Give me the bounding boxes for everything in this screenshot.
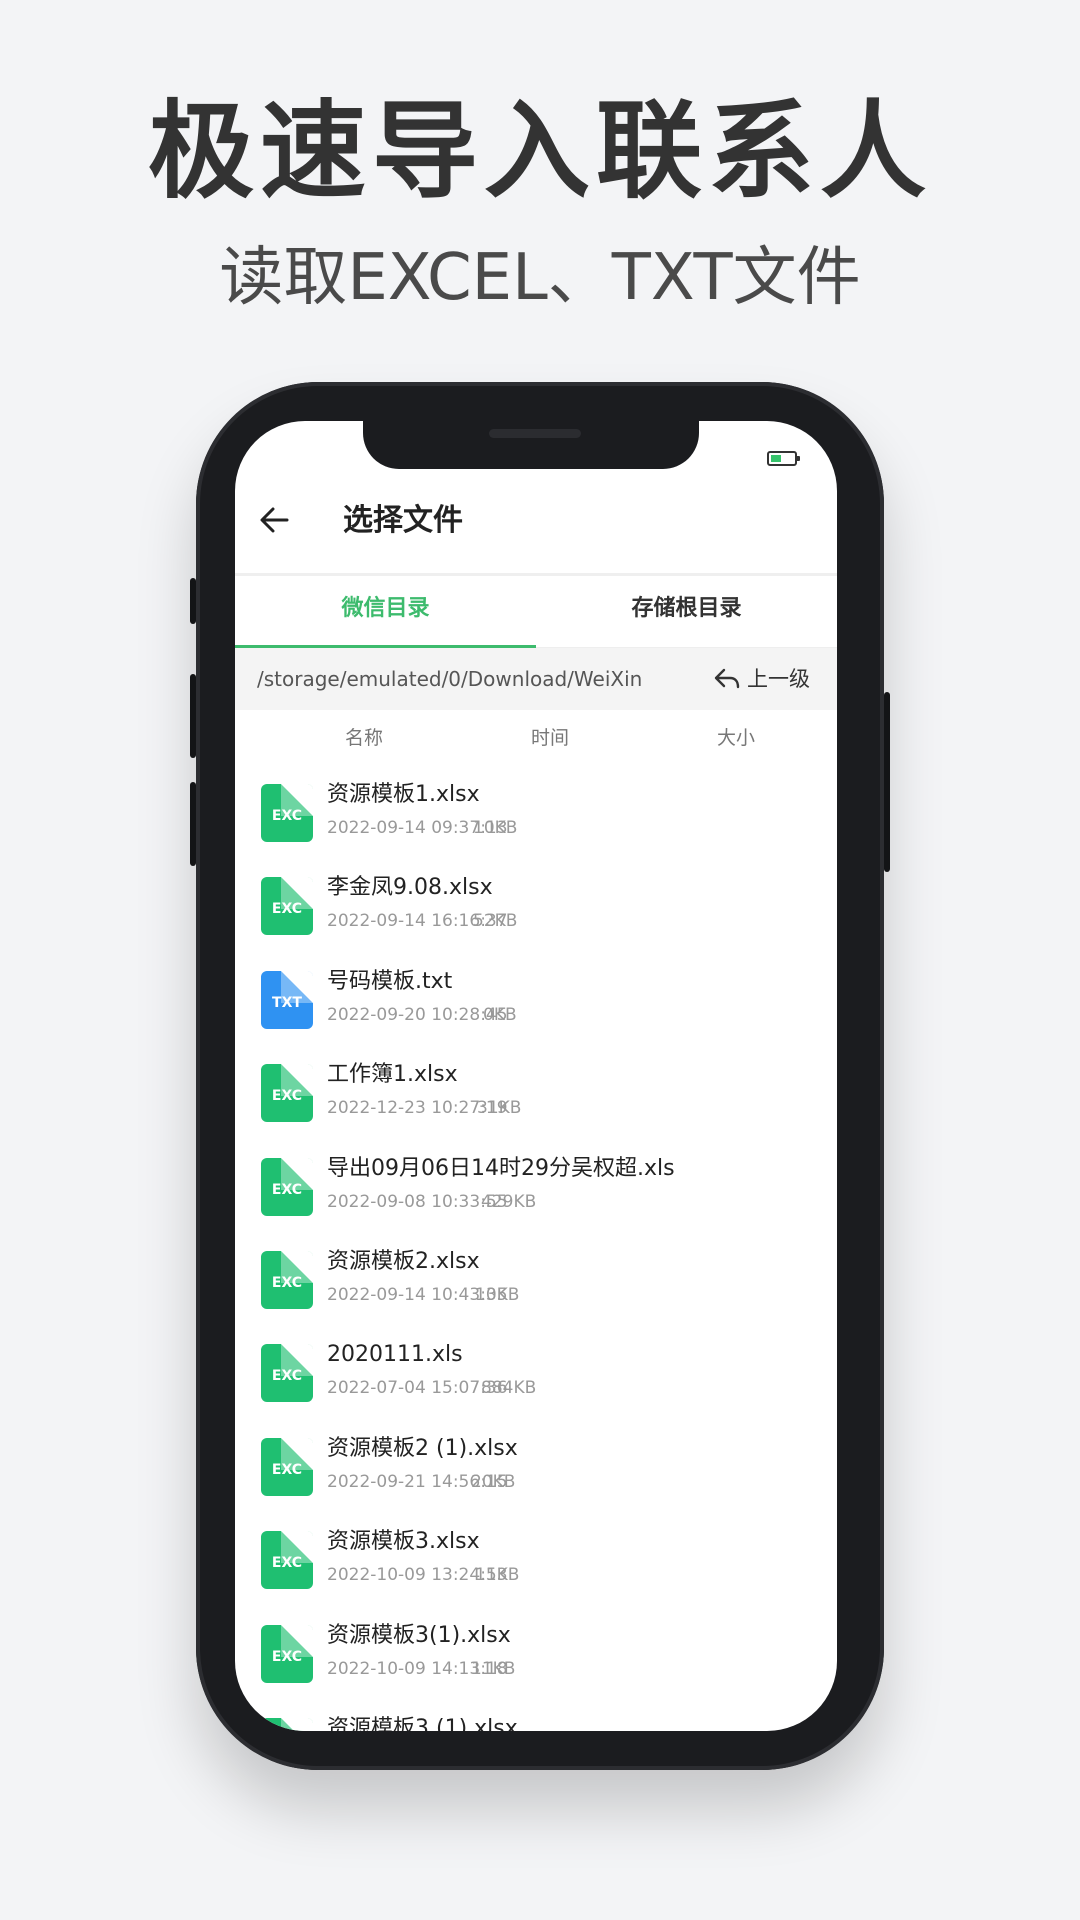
tab-storage-root[interactable]: 存储根目录 — [536, 576, 837, 648]
file-size: 11KB — [471, 1658, 516, 1679]
current-path: /storage/emulated/0/Download/WeiXin — [257, 667, 643, 691]
file-type-label: EXC — [271, 1461, 303, 1478]
reply-icon — [714, 668, 740, 689]
excel-file-icon: EXC — [261, 1624, 313, 1683]
file-row[interactable]: EXC 工作簿1.xlsx 2022-12-23 10:27:19 31KB — [235, 1046, 837, 1139]
file-row[interactable]: EXC 李金凤9.08.xlsx 2022-09-14 16:16:37 52KB — [235, 859, 837, 952]
file-name: 资源模板2.xlsx — [327, 1248, 480, 1274]
file-name: 资源模板2 (1).xlsx — [327, 1435, 518, 1461]
file-name: 工作簿1.xlsx — [327, 1062, 458, 1088]
column-size: 大小 — [717, 727, 756, 749]
excel-file-icon: EXC — [261, 1064, 313, 1123]
phone-silent-switch — [190, 578, 196, 624]
file-name: 资源模板3(1).xlsx — [327, 1622, 511, 1648]
file-type-label: TXT — [272, 994, 302, 1011]
file-row[interactable]: EXC 资源模板3(1).xlsx 2022-10-09 14:13:18 11KB — [235, 1607, 837, 1700]
file-size: 884KB — [481, 1378, 537, 1399]
file-size: 52KB — [473, 911, 518, 932]
excel-file-icon: EXC — [261, 1157, 313, 1216]
arrow-left-icon[interactable] — [257, 503, 291, 537]
promo-headline: 极速导入联系人 — [148, 90, 932, 213]
file-size: 20KB — [471, 1471, 516, 1492]
tab-wechat-directory[interactable]: 微信目录 — [235, 576, 536, 648]
file-size: 0KB — [483, 1004, 517, 1025]
file-size: 10KB — [475, 1284, 520, 1305]
file-type-label: EXC — [271, 1181, 303, 1198]
file-row[interactable]: EXC 资源模板2 (1).xlsx 2022-09-21 14:56:15 20KB — [235, 1420, 837, 1513]
file-name: 导出09月06日14时29分吴权超.xls — [327, 1155, 675, 1181]
file-size: 31KB — [477, 1098, 522, 1119]
promo-subline: 读取EXCEL、TXT文件 — [219, 241, 861, 315]
file-name: 资源模板3.xlsx — [327, 1529, 480, 1555]
file-name: 资源模板1.xlsx — [327, 782, 480, 807]
excel-file-icon: EXC — [261, 1344, 313, 1403]
file-name: 李金凤9.08.xlsx — [327, 875, 493, 901]
file-list: EXC 资源模板1.xlsx 2022-09-14 09:37:13 10KB EXC 李… — [235, 766, 837, 1731]
file-size: 429KB — [481, 1191, 537, 1212]
notch — [363, 421, 699, 469]
excel-file-icon: EXC — [261, 1717, 313, 1731]
page-title: 选择文件 — [343, 503, 463, 538]
parent-directory-label: 上一级 — [747, 667, 810, 691]
file-type-label: EXC — [271, 1368, 303, 1385]
file-row[interactable]: EXC 资源模板2.xlsx 2022-09-14 10:43:35 10KB — [235, 1233, 837, 1326]
phone-screen: 选择文件 微信目录 存储根目录 /storage/emulated/0/Down… — [235, 421, 837, 1731]
phone-volume-up-button — [190, 674, 196, 758]
file-size: 10KB — [473, 818, 518, 838]
battery-charging-icon — [767, 451, 800, 466]
excel-file-icon: EXC — [261, 1437, 313, 1496]
column-header: 名称 时间 大小 — [235, 710, 837, 766]
column-name: 名称 — [345, 727, 384, 749]
file-row[interactable]: EXC 资源模板1.xlsx 2022-09-14 09:37:13 10KB — [235, 766, 837, 859]
file-name: 资源模板3 (1).xlsx — [327, 1715, 518, 1731]
file-type-label: EXC — [271, 901, 303, 918]
page-fold-corner — [281, 1717, 313, 1731]
file-row[interactable]: EXC 资源模板3.xlsx 2022-10-09 13:24:53 11KB — [235, 1513, 837, 1606]
path-bar: /storage/emulated/0/Download/WeiXin 上一级 — [235, 648, 837, 710]
file-name: 号码模板.txt — [327, 968, 453, 994]
file-date: 2022-09-20 10:28:45 — [327, 1004, 508, 1025]
excel-file-icon: EXC — [261, 784, 313, 842]
file-name: 2020111.xls — [327, 1342, 463, 1368]
txt-file-icon: TXT — [261, 970, 313, 1029]
file-type-label: EXC — [271, 808, 303, 824]
file-row[interactable]: TXT 号码模板.txt 2022-09-20 10:28:45 0KB — [235, 953, 837, 1046]
excel-file-icon: EXC — [261, 877, 313, 936]
directory-tabs: 微信目录 存储根目录 — [235, 576, 837, 648]
file-row[interactable]: EXC 导出09月06日14时29分吴权超.xls 2022-09-08 10:33… — [235, 1140, 837, 1233]
app-bar: 选择文件 — [235, 469, 837, 576]
phone-power-button — [884, 692, 890, 872]
file-size: 11KB — [475, 1565, 520, 1586]
file-type-label: EXC — [271, 1555, 303, 1572]
speaker-grille — [489, 429, 581, 438]
file-type-label: EXC — [271, 1274, 303, 1291]
phone-volume-down-button — [190, 782, 196, 866]
file-type-label: EXC — [271, 1088, 303, 1105]
file-row[interactable]: EXC 资源模板3 (1).xlsx — [235, 1700, 837, 1731]
file-row[interactable]: EXC 2020111.xls 2022-07-04 15:07:36 884KB — [235, 1326, 837, 1419]
phone-frame: 选择文件 微信目录 存储根目录 /storage/emulated/0/Down… — [190, 382, 890, 1770]
file-type-label: EXC — [271, 1648, 303, 1665]
column-time: 时间 — [531, 727, 570, 749]
battery-level-fill — [771, 455, 781, 462]
excel-file-icon: EXC — [261, 1250, 313, 1309]
excel-file-icon: EXC — [261, 1531, 313, 1590]
